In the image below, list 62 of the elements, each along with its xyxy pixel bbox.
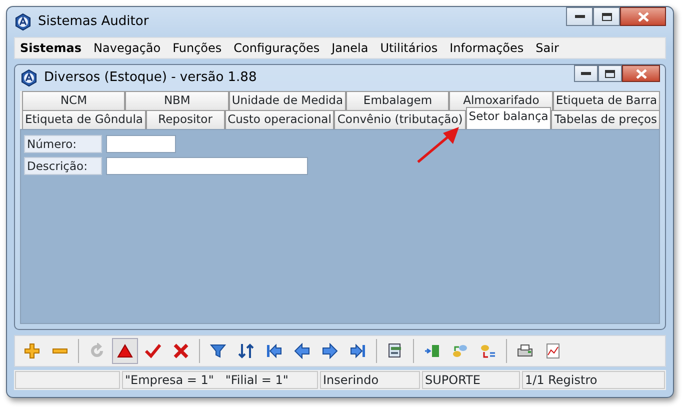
menu-item[interactable]: Janela	[332, 39, 368, 57]
filter-icon	[210, 343, 226, 359]
menu-item[interactable]: Sair	[536, 39, 559, 57]
refresh-icon	[89, 343, 105, 359]
field-label: Descrição:	[24, 157, 102, 175]
app-logo-icon	[14, 13, 32, 31]
chart-icon	[545, 343, 561, 359]
close-icon	[636, 68, 646, 78]
tab[interactable]: Repositor	[146, 110, 225, 129]
menu-item[interactable]: Sistemas	[20, 39, 82, 57]
tab[interactable]: Etiqueta de Gôndula	[22, 110, 146, 129]
tab[interactable]: NCM	[22, 91, 126, 110]
status-text: 1/1 Registro	[522, 371, 665, 389]
tab[interactable]: Setor balança	[466, 107, 552, 129]
close-button[interactable]	[620, 7, 666, 26]
field-label: Número:	[24, 135, 102, 153]
plus-icon	[24, 343, 40, 359]
tab[interactable]: Unidade de Medida	[228, 91, 346, 110]
cross-icon	[173, 343, 189, 359]
database-icon	[452, 343, 468, 359]
tab[interactable]: Custo operacional	[224, 110, 334, 129]
minimize-icon	[574, 14, 584, 18]
menu-item[interactable]: Configurações	[234, 39, 320, 57]
list-arrow-icon	[424, 343, 440, 359]
status-text: Inserindo	[320, 371, 420, 389]
checkmark-icon	[145, 343, 161, 359]
status-text: SUPORTE	[422, 371, 520, 389]
input-field[interactable]	[106, 157, 308, 175]
form-icon	[387, 343, 403, 359]
minimize-button[interactable]	[574, 65, 598, 82]
window-title: Sistemas Auditor	[38, 13, 149, 32]
tab[interactable]: Convênio (tributação)	[334, 110, 466, 129]
annotation-arrow	[417, 127, 459, 163]
first-record-icon	[266, 343, 282, 359]
last-record-icon	[350, 343, 366, 359]
tab[interactable]: Tabelas de preços	[551, 110, 660, 129]
status-text: "Empresa = 1" "Filial = 1"	[122, 371, 318, 389]
triangle-icon	[117, 343, 133, 359]
close-button[interactable]	[622, 65, 660, 82]
window-title: Diversos (Estoque) - versão 1.88	[44, 69, 257, 88]
database-list-icon	[480, 343, 496, 359]
up-down-arrows-icon	[238, 343, 254, 359]
tab[interactable]: Etiqueta de Barra	[552, 91, 660, 110]
maximize-button[interactable]	[598, 65, 622, 82]
right-arrow-icon	[322, 343, 338, 359]
menu-item[interactable]: Utilitários	[380, 39, 438, 57]
maximize-icon	[605, 70, 615, 78]
tab[interactable]: Embalagem	[346, 91, 450, 110]
menu-item[interactable]: Funções	[172, 39, 222, 57]
app-logo-icon	[20, 69, 38, 87]
printer-icon	[517, 343, 533, 359]
left-arrow-icon	[294, 343, 310, 359]
maximize-button[interactable]	[593, 7, 620, 26]
close-icon	[638, 12, 648, 22]
minimize-icon	[581, 72, 591, 76]
menu-item[interactable]: Informações	[450, 39, 524, 57]
menu-item[interactable]: Navegação	[94, 39, 161, 57]
minimize-button[interactable]	[566, 7, 593, 26]
maximize-icon	[602, 12, 612, 20]
toolbar-button[interactable]	[112, 338, 138, 364]
input-field[interactable]	[106, 135, 176, 153]
tab[interactable]: NBM	[125, 91, 229, 110]
